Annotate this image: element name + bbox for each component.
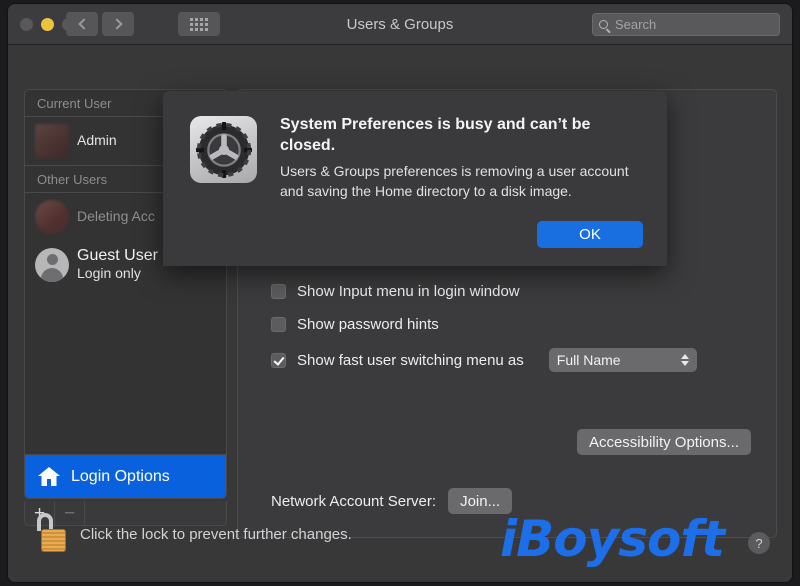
search-icon [599,20,608,29]
checkbox-label: Show Input menu in login window [297,283,520,300]
open-padlock-icon[interactable] [33,513,67,551]
system-preferences-gear-icon [190,116,257,183]
user-role: Admin [77,132,117,148]
checkbox-row-password-hints[interactable]: Show password hints [271,316,439,333]
watermark: iBoysoft [500,510,724,568]
user-text: Deleting Acc [77,208,155,226]
checkbox-show-fast-user-switching[interactable] [271,353,286,368]
sidebar-item-label: Login Options [71,468,170,486]
checkbox-row-fast-user-switching[interactable]: Show fast user switching menu as Full Na… [271,348,697,372]
accessibility-options-button[interactable]: Accessibility Options... [577,429,751,455]
checkbox-label: Show fast user switching menu as [297,352,524,369]
user-status: Login only [77,265,141,281]
home-icon [37,466,61,488]
checkbox-show-input-menu[interactable] [271,284,286,299]
system-preferences-window: Users & Groups Search Current User Admin… [8,4,792,582]
chevron-updown-icon [681,354,689,366]
user-text: Guest User Login only [77,247,158,283]
checkbox-label: Show password hints [297,316,439,333]
checkbox-show-password-hints[interactable] [271,317,286,332]
guest-person-icon [35,248,69,282]
search-input[interactable]: Search [592,13,780,36]
busy-alert-dialog: System Preferences is busy and can’t be … [163,91,667,266]
checkbox-row-input-menu[interactable]: Show Input menu in login window [271,283,520,300]
window-content: Current User Admin Other Users Deleting … [8,45,792,582]
user-status: Deleting Acc [77,208,155,224]
sidebar-item-login-options[interactable]: Login Options [25,454,226,498]
search-placeholder: Search [615,17,656,32]
user-text: Admin [77,132,117,150]
avatar [35,124,69,158]
user-name: Guest User [77,247,158,264]
window-titlebar: Users & Groups Search [8,4,792,45]
padlock-body [41,529,66,552]
dialog-title: System Preferences is busy and can’t be … [280,114,643,156]
help-button[interactable]: ? [748,532,770,554]
popup-value: Full Name [557,352,621,368]
lock-hint-text: Click the lock to prevent further change… [80,526,352,543]
fast-user-switching-popup[interactable]: Full Name [549,348,697,372]
dialog-message: Users & Groups preferences is removing a… [280,162,643,202]
ok-button[interactable]: OK [537,221,643,248]
screen: Users & Groups Search Current User Admin… [0,0,800,586]
avatar [35,200,69,234]
window-footer: Click the lock to prevent further change… [8,500,792,582]
